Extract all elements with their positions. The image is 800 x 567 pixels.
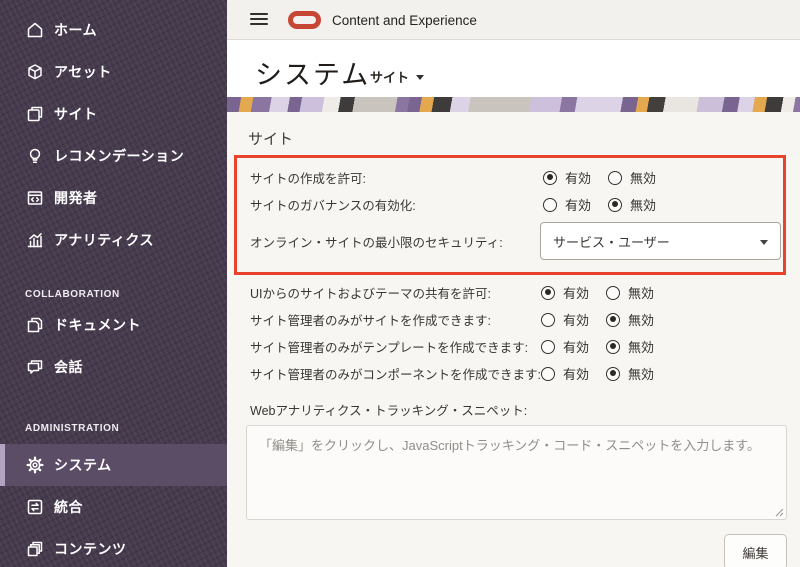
sites-icon [25,104,45,124]
integration-icon [25,497,45,517]
page-title: システム [255,60,371,90]
setting-label: サイト管理者のみがコンポーネントを作成できます: [250,368,541,382]
radio-disabled[interactable]: 無効 [606,364,654,383]
radio-disabled[interactable]: 無効 [608,168,656,187]
section-title: サイト [248,131,294,148]
radio-disabled[interactable]: 無効 [606,283,654,302]
radio-enabled[interactable]: 有効 [541,337,589,356]
developer-icon [25,188,45,208]
sidebar-item-label: 統合 [54,499,83,515]
dropdown-selected-value: サービス・ユーザー [553,234,670,250]
scope-selector[interactable]: サイト [370,67,425,86]
sidebar-item-home[interactable]: ホーム [0,9,227,51]
page-title-bar: システム サイト [227,40,800,97]
radio-enabled[interactable]: 有効 [543,168,591,187]
sidebar-item-developer[interactable]: 開発者 [0,177,227,219]
annotation-highlight-box: サイトの作成を許可: 有効 無効 サイトのガバナンスの有効化: 有効 無効 オン… [234,155,786,275]
dropdown-caret-icon [760,239,768,245]
home-icon [25,20,45,40]
oracle-logo [288,11,321,29]
recommendations-icon [25,146,45,166]
sidebar-item-label: アセット [54,64,112,80]
min-security-dropdown[interactable]: サービス・ユーザー [540,222,781,260]
settings-panel: サイト サイトの作成を許可: 有効 無効 サイトのガバナンスの有効化: 有効 無… [227,112,800,567]
decorative-banner [227,97,800,112]
main-area: Content and Experience システム サイト サイト サイトの… [227,0,800,567]
sidebar-item-label: ドキュメント [54,317,141,333]
sidebar-item-conversations[interactable]: 会話 [0,346,227,388]
system-gear-icon [25,455,45,475]
top-app-bar: Content and Experience [227,0,800,40]
analytics-snippet-field-wrap [246,425,787,520]
resize-handle-icon[interactable] [775,508,784,517]
scope-selector-label: サイト [370,70,410,85]
sidebar-item-label: システム [54,457,112,473]
setting-row-site-governance: サイトのガバナンスの有効化: 有効 無効 [250,191,770,218]
setting-label: サイト管理者のみがサイトを作成できます: [250,314,491,328]
radio-disabled[interactable]: 無効 [606,337,654,356]
sidebar-item-label: ホーム [54,22,98,38]
sidebar-item-sites[interactable]: サイト [0,93,227,135]
radio-button-icon[interactable] [543,170,557,185]
sidebar-item-content[interactable]: コンテンツ [0,528,227,567]
radio-button-icon[interactable] [608,197,623,212]
setting-row-share-ui: UIからのサイトおよびテーマの共有を許可: 有効 無効 [250,279,800,306]
analytics-icon [25,230,45,250]
setting-label: サイトのガバナンスの有効化: [250,199,416,213]
sidebar-item-assets[interactable]: アセット [0,51,227,93]
content-icon [25,539,45,559]
sidebar-item-integration[interactable]: 統合 [0,486,227,528]
setting-row-admin-only-sites: サイト管理者のみがサイトを作成できます: 有効 無効 [250,306,800,333]
sidebar-item-label: アナリティクス [54,232,154,248]
sidebar-item-label: 開発者 [54,190,98,206]
sidebar-item-label: サイト [54,106,98,122]
app-brand-title: Content and Experience [332,13,477,28]
setting-label: UIからのサイトおよびテーマの共有を許可: [250,287,491,301]
hamburger-menu-icon[interactable] [250,13,268,25]
radio-enabled[interactable]: 有効 [541,283,589,302]
radio-button-icon[interactable] [541,285,555,300]
radio-button-icon[interactable] [606,366,621,381]
sidebar-item-system[interactable]: システム [0,444,227,486]
setting-label: オンライン・サイトの最小限のセキュリティ: [250,235,503,250]
setting-row-admin-only-templates: サイト管理者のみがテンプレートを作成できます: 有効 無効 [250,333,800,360]
setting-label: サイトの作成を許可: [250,172,366,186]
radio-button-icon[interactable] [541,312,555,327]
documents-icon [25,315,45,335]
setting-row-min-security: オンライン・サイトの最小限のセキュリティ: サービス・ユーザー [250,218,781,264]
sidebar-item-label: 会話 [54,359,83,375]
setting-row-admin-only-components: サイト管理者のみがコンポーネントを作成できます: 有効 無効 [250,360,800,387]
radio-button-icon[interactable] [608,170,623,185]
chevron-down-icon [416,75,425,80]
sidebar-item-label: レコメンデーション [54,148,185,164]
sidebar: ホーム アセット サイト レコメンデーション 開発者 アナリティクス COLLA… [0,0,227,567]
radio-button-icon[interactable] [541,366,555,381]
radio-button-icon[interactable] [606,312,621,327]
analytics-snippet-label: Webアナリティクス・トラッキング・スニペット: [250,404,528,418]
radio-button-icon[interactable] [606,339,621,354]
sidebar-section-administration: ADMINISTRATION [25,422,120,434]
edit-button[interactable]: 編集 [724,534,787,567]
sidebar-item-recommendations[interactable]: レコメンデーション [0,135,227,177]
sidebar-item-analytics[interactable]: アナリティクス [0,219,227,261]
radio-enabled[interactable]: 有効 [541,364,589,383]
setting-label: サイト管理者のみがテンプレートを作成できます: [250,341,529,355]
setting-row-allow-site-creation: サイトの作成を許可: 有効 無効 [250,164,770,191]
radio-button-icon[interactable] [543,197,557,212]
sidebar-section-collaboration: COLLABORATION [25,288,120,300]
radio-button-icon[interactable] [606,285,621,300]
assets-icon [25,62,45,82]
analytics-snippet-textarea[interactable] [246,425,787,520]
radio-disabled[interactable]: 無効 [608,195,656,214]
sidebar-item-documents[interactable]: ドキュメント [0,304,227,346]
radio-disabled[interactable]: 無効 [606,310,654,329]
radio-button-icon[interactable] [541,339,555,354]
sidebar-item-label: コンテンツ [54,541,127,557]
radio-enabled[interactable]: 有効 [543,195,591,214]
conversations-icon [25,357,45,377]
radio-enabled[interactable]: 有効 [541,310,589,329]
